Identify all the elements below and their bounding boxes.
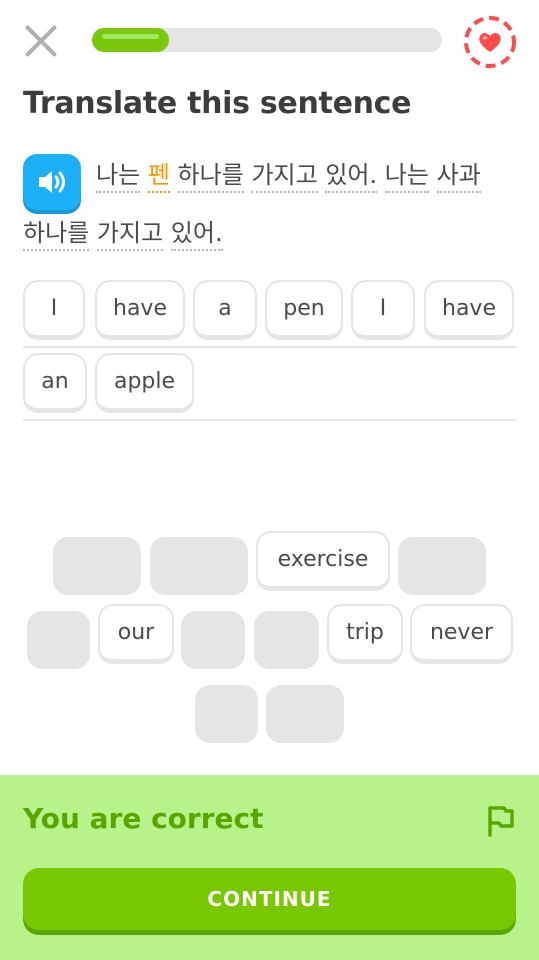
word-bank-slot-empty [53,537,141,595]
heart-icon[interactable] [462,14,518,70]
prompt-sentence: 나는 펜 하나를 가지고 있어. 나는 사과 하나를 가지고 있어. [23,146,518,262]
feedback-message: You are correct [23,802,264,835]
answer-tile[interactable]: a [193,280,257,340]
prompt-word-highlighted[interactable]: 펜 [147,161,170,193]
answer-tile[interactable]: apple [95,353,194,413]
word-bank-tile[interactable]: our [98,604,174,664]
answer-tile[interactable]: I [23,280,85,340]
word-bank-slot-empty [150,537,248,595]
progress-bar [92,28,442,52]
word-bank-slot-empty [398,537,486,595]
answer-tile[interactable]: an [23,353,87,413]
answer-line [23,419,516,421]
prompt-word[interactable]: 하나를 [177,161,244,193]
answer-tile[interactable]: have [95,280,185,340]
prompt-word[interactable]: 하나를 [23,219,90,251]
word-bank-slot-empty [27,611,90,669]
word-bank-tile[interactable]: exercise [256,531,390,591]
prompt-word[interactable]: 나는 [96,161,141,193]
progress-fill [92,28,169,52]
continue-button[interactable]: CONTINUE [23,868,516,930]
answer-line [23,346,516,348]
page-title: Translate this sentence [23,86,412,121]
word-bank-slot-empty [195,685,258,743]
prompt-word[interactable]: 가지고 [96,219,164,251]
answer-tile[interactable]: I [351,280,415,340]
word-bank-slot-empty [266,685,344,743]
answer-tile[interactable]: have [424,280,514,340]
prompt-word[interactable]: 사과 [436,161,481,193]
answer-tile[interactable]: pen [265,280,343,340]
prompt-word[interactable]: 있어. [325,161,378,193]
prompt-word[interactable]: 나는 [384,161,429,193]
prompt-word[interactable]: 가지고 [251,161,318,193]
word-bank-slot-empty [254,611,319,669]
word-bank-slot-empty [181,611,245,669]
word-bank-tile[interactable]: trip [327,604,403,664]
close-icon[interactable] [22,22,60,60]
flag-icon[interactable] [482,802,516,838]
prompt-word[interactable]: 있어. [170,219,223,251]
word-bank-tile[interactable]: never [410,604,513,664]
